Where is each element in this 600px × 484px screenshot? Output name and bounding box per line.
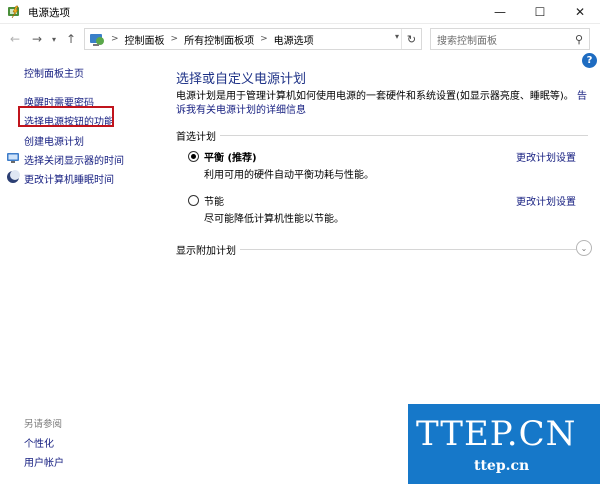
monitor-icon: [7, 153, 19, 163]
breadcrumb-separator: >: [260, 34, 268, 44]
address-dropdown-icon[interactable]: ▾: [395, 32, 399, 41]
breadcrumb-separator: >: [170, 34, 179, 44]
title-bar: 电源选项 — ☐ ✕: [0, 0, 600, 24]
help-button[interactable]: ?: [582, 53, 597, 68]
control-panel-icon: [90, 34, 104, 46]
additional-plans-heading[interactable]: 显示附加计划: [176, 242, 240, 257]
sidebar-item-create-plan[interactable]: 创建电源计划: [24, 133, 84, 148]
plan-balanced-radio[interactable]: [188, 151, 199, 162]
search-input[interactable]: 搜索控制面板: [437, 32, 569, 47]
chevron-down-icon[interactable]: ⌄: [576, 240, 592, 256]
plan-balanced-settings-link[interactable]: 更改计划设置: [516, 149, 576, 164]
plan-power-saver-radio[interactable]: [188, 195, 199, 206]
refresh-button[interactable]: ↻: [401, 29, 421, 49]
see-also-heading: 另请参阅: [24, 419, 63, 430]
preferred-plans-group: 首选计划: [176, 128, 588, 143]
description-text: 电源计划是用于管理计算机如何使用电源的一套硬件和系统设置(如显示器亮度、睡眠等)…: [176, 91, 574, 102]
watermark-small-text: ttep.cn: [474, 458, 530, 474]
description: 电源计划是用于管理计算机如何使用电源的一套硬件和系统设置(如显示器亮度、睡眠等)…: [176, 90, 596, 118]
up-button[interactable]: ↑: [62, 30, 80, 48]
breadcrumb-separator: >: [111, 34, 119, 44]
plan-balanced-name[interactable]: 平衡 (推荐): [204, 149, 257, 164]
moon-icon: [7, 170, 20, 183]
search-icon[interactable]: ⚲: [569, 33, 589, 46]
sidebar: 控制面板主页 唤醒时需要密码 选择电源按钮的功能 创建电源计划 选择关闭显示器的…: [0, 54, 160, 484]
divider: [176, 135, 588, 136]
sidebar-personalization-link[interactable]: 个性化: [24, 435, 54, 450]
plan-power-saver-description: 尽可能降低计算机性能以节能。: [204, 214, 344, 225]
sidebar-item-sleep-time[interactable]: 更改计算机睡眠时间: [24, 171, 114, 186]
maximize-button[interactable]: ☐: [520, 0, 560, 24]
close-button[interactable]: ✕: [560, 0, 600, 24]
power-options-icon: [8, 5, 19, 19]
plan-balanced-description: 利用可用的硬件自动平衡功耗与性能。: [204, 170, 374, 181]
recent-locations-button[interactable]: ▾: [48, 30, 60, 48]
breadcrumb-all-items[interactable]: 所有控制面板项: [184, 32, 254, 47]
highlight-box: [18, 106, 114, 127]
breadcrumb-control-panel[interactable]: 控制面板: [125, 32, 165, 47]
plan-power-saver-settings-link[interactable]: 更改计划设置: [516, 193, 576, 208]
search-box[interactable]: 搜索控制面板 ⚲: [430, 28, 590, 50]
plan-power-saver-name[interactable]: 节能: [204, 193, 224, 208]
sidebar-home-link[interactable]: 控制面板主页: [24, 65, 84, 80]
additional-plans-group: 显示附加计划: [176, 242, 576, 257]
page-title: 选择或自定义电源计划: [176, 72, 307, 87]
back-button[interactable]: ←: [6, 30, 24, 48]
preferred-plans-heading: 首选计划: [176, 128, 220, 143]
watermark: TTEP.CN ttep.cn: [408, 404, 600, 484]
navigation-bar: ← → ▾ ↑ > 控制面板 > 所有控制面板项 > 电源选项 ▾ ↻ 搜索控制…: [0, 24, 600, 54]
minimize-button[interactable]: —: [480, 0, 520, 24]
address-bar[interactable]: > 控制面板 > 所有控制面板项 > 电源选项 ▾ ↻: [84, 28, 422, 50]
sidebar-item-display-off[interactable]: 选择关闭显示器的时间: [24, 152, 124, 167]
sidebar-user-accounts-link[interactable]: 用户帐户: [24, 454, 64, 469]
breadcrumb-power-options[interactable]: 电源选项: [274, 32, 314, 47]
forward-button[interactable]: →: [28, 30, 46, 48]
watermark-big-text: TTEP.CN: [416, 414, 577, 454]
window-title: 电源选项: [28, 7, 70, 19]
